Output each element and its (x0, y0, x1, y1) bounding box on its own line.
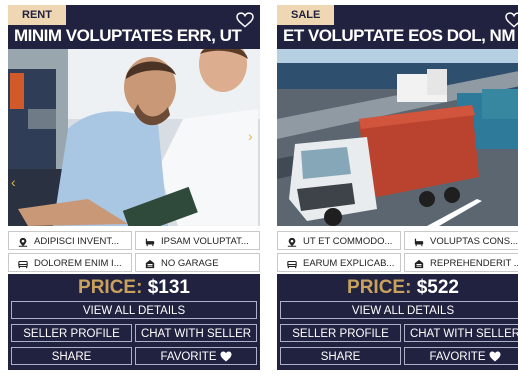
feature-text: REPREHENDERIT ... (430, 258, 518, 269)
feature-location: UT ET COMMODO... (277, 231, 401, 250)
bathtub-icon (145, 238, 155, 246)
heart-icon (220, 351, 232, 362)
location-pin-icon (287, 237, 297, 247)
chat-with-seller-button[interactable]: CHAT WITH SELLER (404, 324, 518, 342)
svg-text:‹: ‹ (11, 174, 16, 190)
bathtub-icon (414, 238, 424, 246)
feature-text: VOLUPTAS CONS... (430, 236, 518, 247)
card-header: SALE ET VOLUPTATE EOS DOL, NM (277, 5, 518, 49)
price-label: PRICE: (78, 277, 143, 298)
feature-bathrooms: VOLUPTAS CONS... (404, 231, 518, 250)
listing-card: RENT MINIM VOLUPTATES ERR, UT ‹ › ADIPIS… (8, 5, 260, 375)
chat-with-seller-button[interactable]: CHAT WITH SELLER (135, 324, 257, 342)
heart-icon (489, 351, 501, 362)
card-header: RENT MINIM VOLUPTATES ERR, UT (8, 5, 260, 49)
feature-garage: REPREHENDERIT ... (404, 253, 518, 272)
listing-title[interactable]: MINIM VOLUPTATES ERR, UT (14, 26, 242, 46)
bed-icon (18, 260, 28, 268)
garage-icon (145, 259, 155, 268)
view-all-details-button[interactable]: VIEW ALL DETAILS (280, 301, 518, 319)
share-button[interactable]: SHARE (11, 347, 132, 365)
feature-text: UT ET COMMODO... (303, 236, 393, 247)
listing-type-badge: SALE (277, 5, 335, 25)
price: PRICE: $131 (8, 277, 260, 299)
price: PRICE: $522 (277, 277, 518, 299)
favorite-label: FAVORITE (429, 351, 486, 363)
listing-photo[interactable]: ‹ › (8, 49, 260, 226)
garage-icon (414, 259, 424, 268)
seller-profile-button[interactable]: SELLER PROFILE (280, 324, 401, 342)
feature-text: NO GARAGE (161, 258, 219, 269)
favorite-label: FAVORITE (160, 351, 217, 363)
card-action-panel: PRICE: $131 VIEW ALL DETAILS SELLER PROF… (8, 274, 260, 370)
listing-photo[interactable] (277, 49, 518, 226)
bed-icon (287, 260, 297, 268)
feature-bathrooms: IPSAM VOLUPTAT... (135, 231, 260, 250)
feature-text: IPSAM VOLUPTAT... (161, 236, 249, 247)
feature-text: EARUM EXPLICAB... (303, 258, 395, 269)
feature-bedrooms: EARUM EXPLICAB... (277, 253, 401, 272)
listing-card: SALE ET VOLUPTATE EOS DOL, NM UT ET COMM… (277, 5, 518, 375)
listing-type-badge: RENT (8, 5, 66, 25)
feature-location: ADIPISCI INVENT... (8, 231, 132, 250)
seller-profile-button[interactable]: SELLER PROFILE (11, 324, 132, 342)
feature-text: ADIPISCI INVENT... (34, 236, 119, 247)
location-pin-icon (18, 237, 28, 247)
listing-title[interactable]: ET VOLUPTATE EOS DOL, NM (283, 26, 516, 46)
price-value: $522 (416, 277, 459, 298)
view-all-details-button[interactable]: VIEW ALL DETAILS (11, 301, 257, 319)
price-label: PRICE: (347, 277, 412, 298)
favorite-button[interactable]: FAVORITE (135, 347, 257, 365)
share-button[interactable]: SHARE (280, 347, 401, 365)
svg-text:›: › (248, 128, 253, 144)
price-value: $131 (147, 277, 190, 298)
feature-bedrooms: DOLOREM ENIM I... (8, 253, 132, 272)
feature-text: DOLOREM ENIM I... (34, 258, 122, 269)
card-action-panel: PRICE: $522 VIEW ALL DETAILS SELLER PROF… (277, 274, 518, 370)
feature-garage: NO GARAGE (135, 253, 260, 272)
favorite-button[interactable]: FAVORITE (404, 347, 518, 365)
